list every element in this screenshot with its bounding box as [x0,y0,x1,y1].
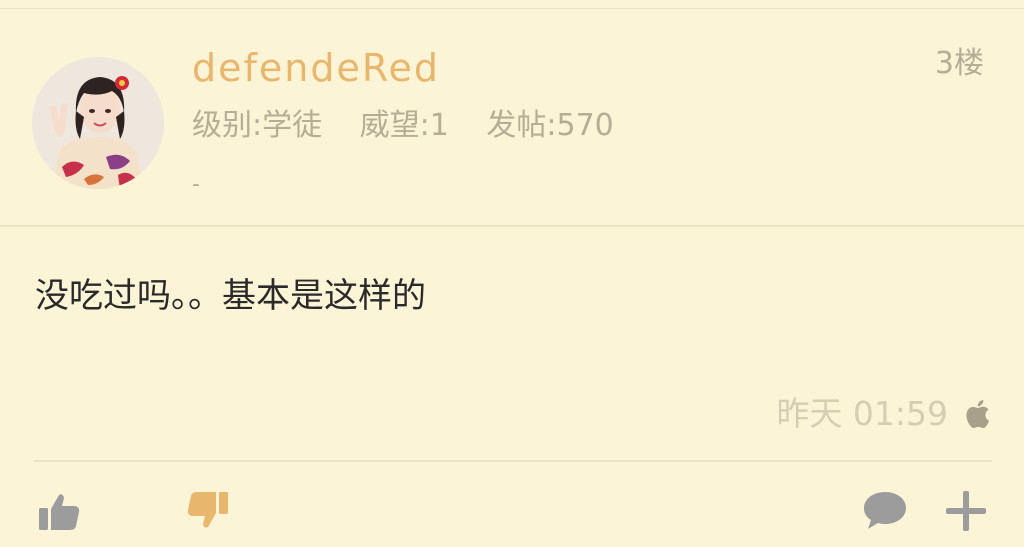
comment-icon [864,492,906,529]
reply-button[interactable] [862,488,908,534]
avatar-image [32,57,164,189]
plus-icon [946,491,986,531]
user-level: 级别:学徒 [192,108,323,143]
dislike-button[interactable] [184,488,230,534]
post-timestamp: 昨天 01:59 [776,394,948,433]
more-button[interactable] [943,488,989,534]
post-meta: 昨天 01:59 [776,392,990,436]
post-content: 没吃过吗。。基本是这样的 [35,276,426,316]
user-signature: - [192,172,200,197]
user-stats: 级别:学徒 威望:1 发帖:570 [192,106,642,146]
user-prestige: 威望:1 [359,108,449,143]
user-post-count: 发帖:570 [486,108,614,143]
header-divider [0,225,1024,227]
thumbs-down-icon [187,492,228,528]
footer-divider [34,460,992,462]
apple-icon [966,400,990,429]
like-button[interactable] [37,488,83,534]
thumbs-up-icon [39,494,80,530]
username[interactable]: defendeRed [192,44,440,92]
floor-number: 3楼 [934,46,984,81]
top-border [0,8,1024,9]
avatar[interactable] [32,57,164,189]
